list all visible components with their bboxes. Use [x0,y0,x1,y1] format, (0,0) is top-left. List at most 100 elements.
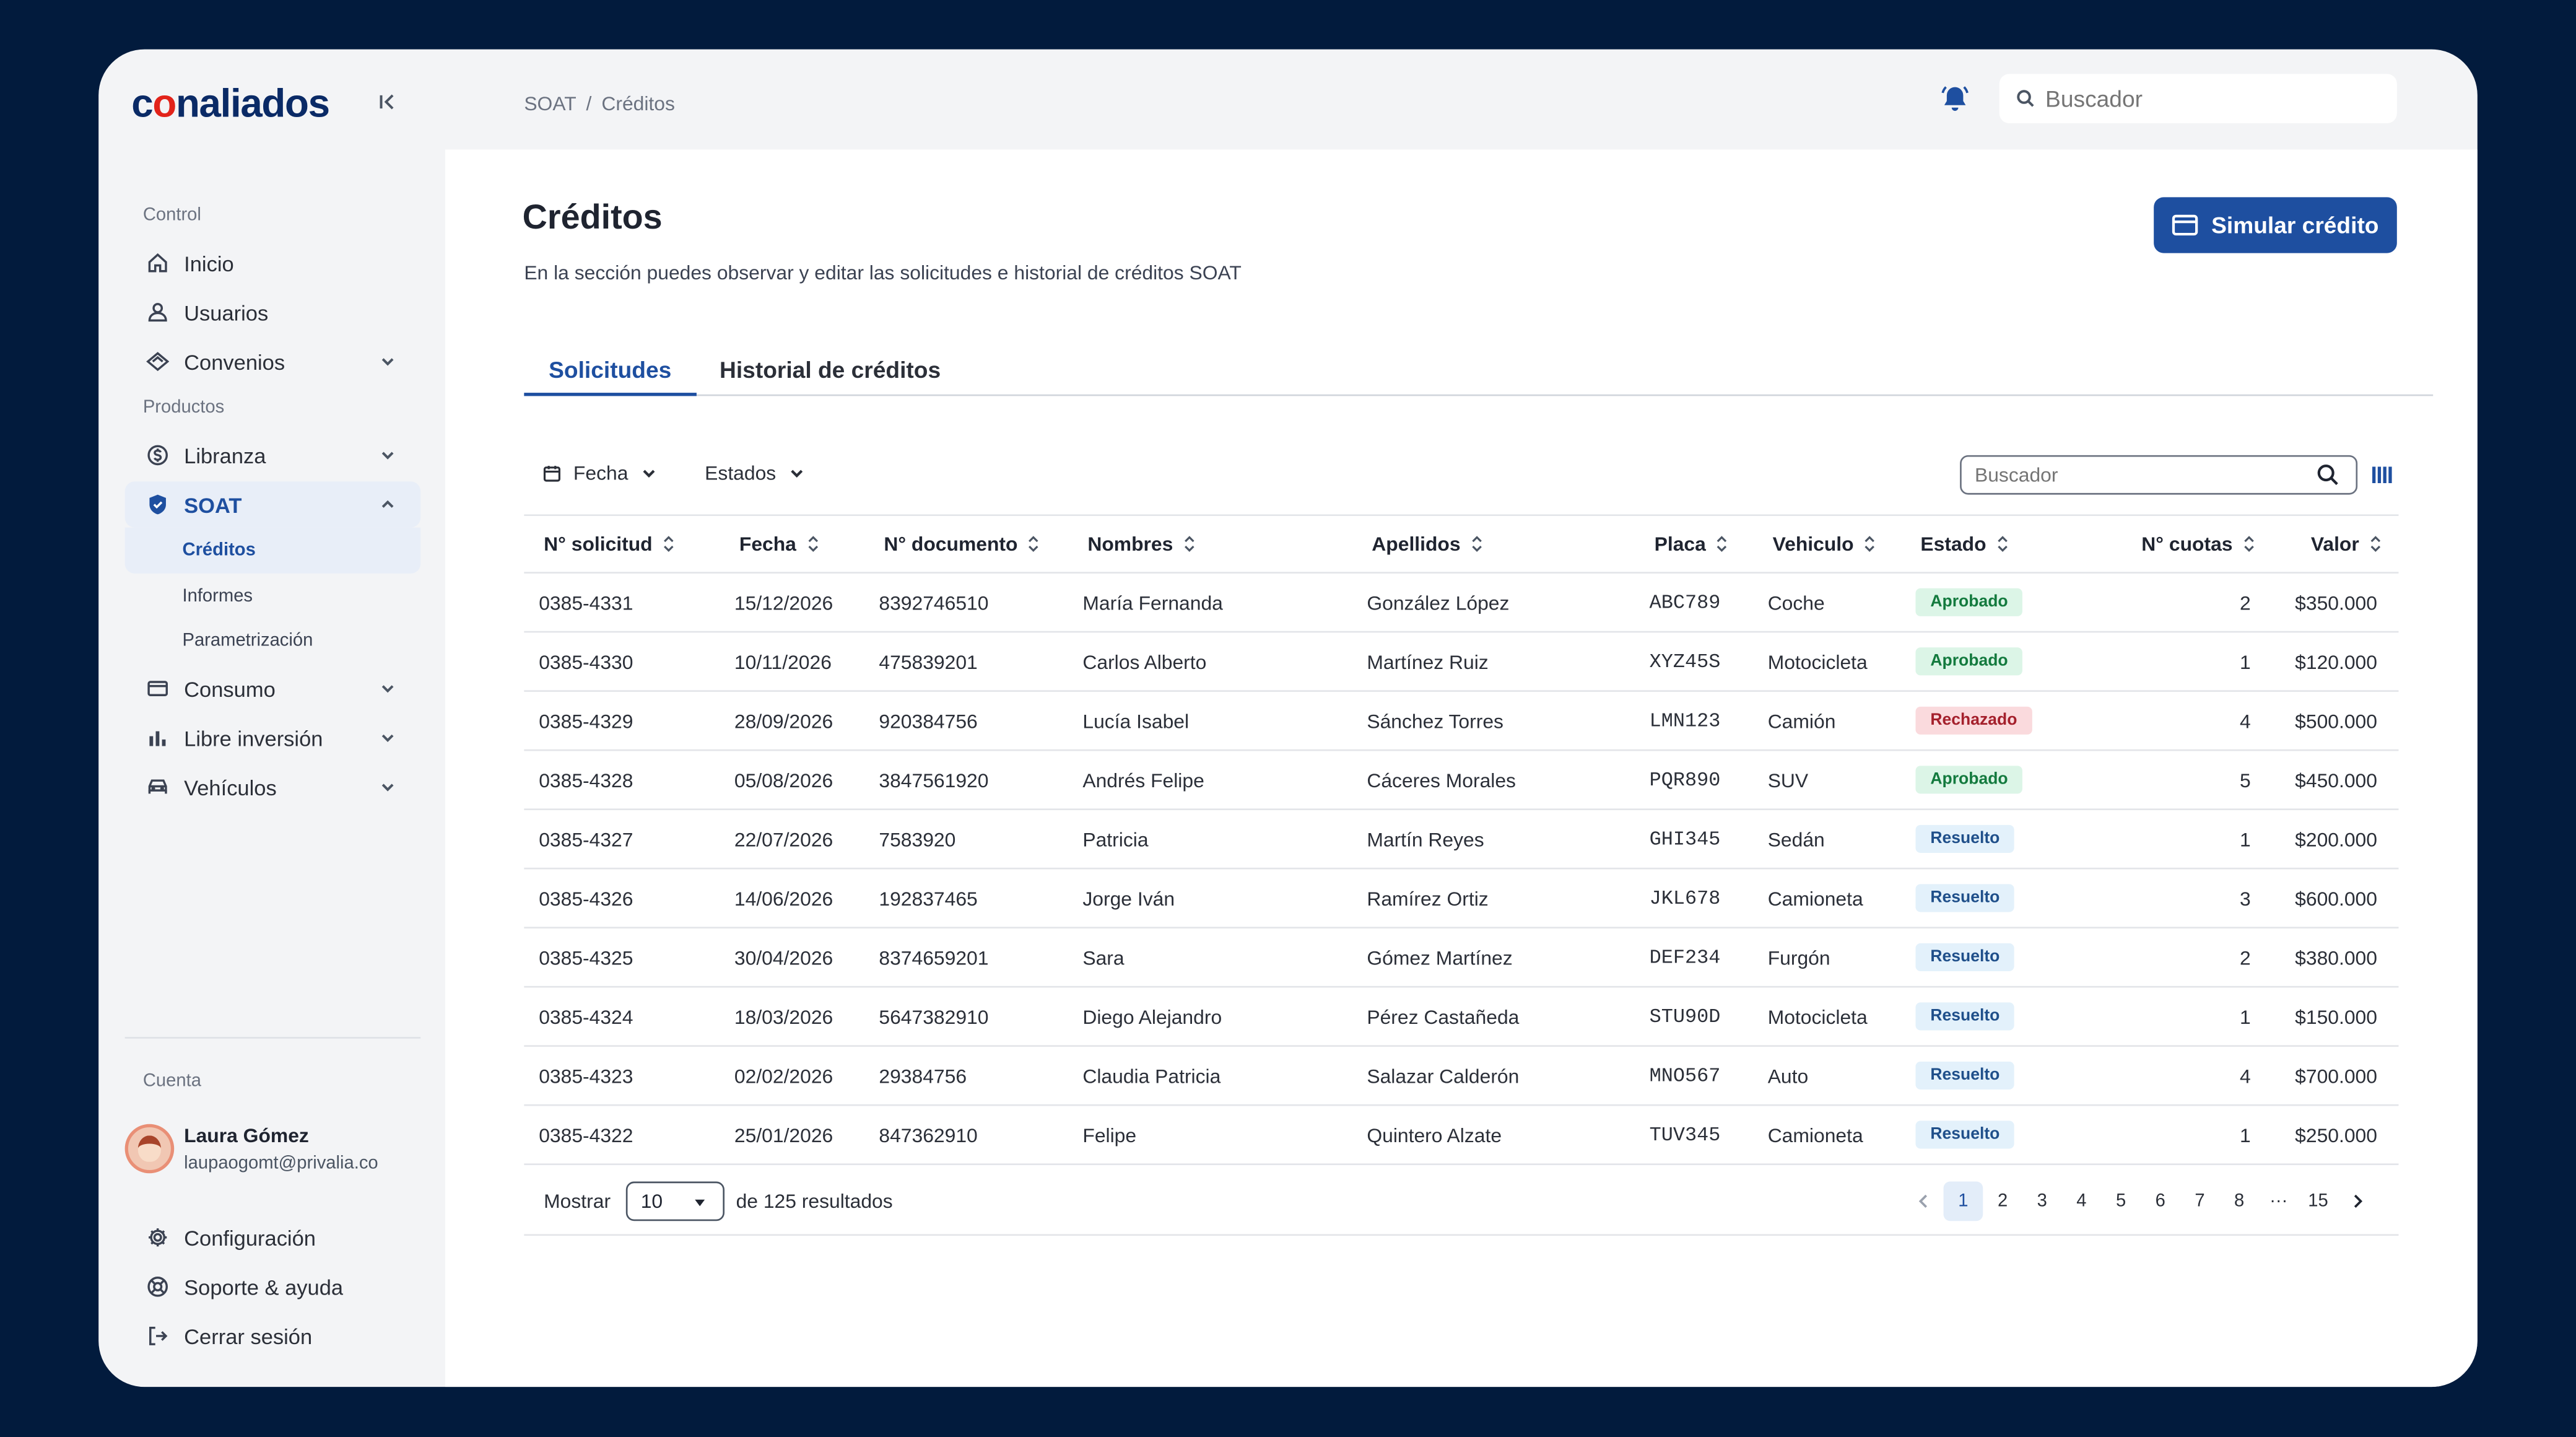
sidebar-item-libre-inversion[interactable]: Libre inversión [125,715,421,761]
sidebar-item-vehiculos[interactable]: Vehículos [125,764,421,810]
sidebar-item-libranza[interactable]: Libranza [125,432,421,478]
page-button[interactable]: 3 [2022,1182,2062,1221]
page-button[interactable]: 1 [1943,1181,1983,1221]
page-button[interactable]: 2 [1983,1182,2022,1221]
columns-toggle-icon[interactable] [2370,462,2393,488]
user-profile[interactable]: Laura Gómez laupaogomt@privalia.co [124,1124,378,1174]
sidebar-subitem-parametrizacion[interactable]: Parametrización [125,618,421,664]
page-size-select[interactable]: 10 [625,1181,724,1221]
col-nombres: Andrés Felipe [1082,751,1362,808]
table-row[interactable]: 0385-4331 15/12/2026 8392746510 María Ferna… [524,574,2399,633]
logo-prefix: c [131,82,153,127]
cell-value: 475839201 [879,650,978,673]
button-label: Simular crédito [2211,212,2379,238]
table-row[interactable]: 0385-4326 14/06/2026 192837465 Jorge Iván Ra… [524,869,2399,928]
table-header-row: N° solicitud Fecha N° documento Nombres Apel… [524,514,2399,574]
brand-logo[interactable]: c o naliados [131,82,330,128]
col-fecha: 18/03/2026 [734,987,874,1045]
sidebar-item-cerrar-sesion[interactable]: Cerrar sesión [125,1313,421,1359]
cell-value: 0385-4328 [539,768,633,792]
header-col-placa[interactable]: Placa [1655,516,1770,572]
col-cuotas: 1 [2096,632,2251,690]
header-col-solicitud[interactable]: N° solicitud [544,516,724,572]
col-vehiculo: Camioneta [1768,1106,1912,1164]
header-col-apellidos[interactable]: Apellidos [1372,516,1651,572]
header-col-fecha[interactable]: Fecha [739,516,879,572]
section-label-control: Control [142,205,201,225]
col-solicitud: 0385-4327 [539,810,720,868]
cell-value: Coche [1767,590,1825,614]
header-col-estado[interactable]: Estado [1920,516,2101,572]
breadcrumb: SOAT / Créditos [524,92,675,115]
chevron-down-icon [381,685,394,693]
header-col-valor[interactable]: Valor [2274,516,2382,572]
table-row[interactable]: 0385-4329 28/09/2026 920384756 Lucía Isabel… [524,692,2399,751]
table-row[interactable]: 0385-4323 02/02/2026 29384756 Claudia Patri… [524,1047,2399,1106]
header-col-vehiculo[interactable]: Vehiculo [1773,516,1917,572]
table-row[interactable]: 0385-4325 30/04/2026 8374659201 Sara Gómez M… [524,928,2399,988]
simulate-credit-button[interactable]: Simular crédito [2154,197,2397,253]
page-button[interactable]: 15 [2299,1182,2338,1221]
table-row[interactable]: 0385-4330 10/11/2026 475839201 Carlos Alber… [524,632,2399,692]
header-col-cuotas[interactable]: N° cuotas [2101,516,2255,572]
col-nombres: Lucía Isabel [1082,692,1362,749]
cell-value: Furgón [1767,945,1830,969]
cell-value: 30/04/2026 [734,945,833,969]
col-apellidos: Martínez Ruiz [1367,632,1646,690]
page-button[interactable]: 7 [2180,1182,2220,1221]
breadcrumb-item-soat[interactable]: SOAT [524,92,576,115]
table-row[interactable]: 0385-4328 05/08/2026 3847561920 Andrés Feli… [524,751,2399,810]
sidebar-item-consumo[interactable]: Consumo [125,665,421,711]
global-search-input[interactable] [2045,85,2374,112]
handshake-icon [144,348,170,374]
sidebar-item-convenios[interactable]: Convenios [125,339,421,385]
sidebar-subitem-informes[interactable]: Informes [125,574,421,619]
col-documento: 8374659201 [879,928,1076,986]
cell-value: PQR890 [1649,768,1721,792]
sidebar-item-usuarios[interactable]: Usuarios [125,289,421,335]
table-row[interactable]: 0385-4327 22/07/2026 7583920 Patricia Martín… [524,810,2399,870]
collapse-sidebar-icon[interactable] [375,89,401,115]
cell-value: $600.000 [2295,886,2377,910]
search-icon[interactable] [2317,463,2339,486]
cell-value: Camioneta [1767,886,1863,910]
calendar-icon [543,466,560,482]
header-col-nombres[interactable]: Nombres [1087,516,1367,572]
app-window: c o naliados Control Inicio Usuarios Conve… [98,49,2478,1387]
sort-icon [2370,536,2381,553]
status-badge: Resuelto [1915,1002,2015,1031]
sidebar-item-soat[interactable]: SOAT [124,481,421,528]
cell-value: 14/06/2026 [734,886,833,910]
page-button[interactable]: 8 [2219,1182,2259,1221]
table-row[interactable]: 0385-4322 25/01/2026 847362910 Felipe Quinte… [524,1106,2399,1166]
tab-historial-creditos[interactable]: Historial de créditos [720,357,941,396]
filter-estados[interactable]: Estados [705,462,807,485]
sidebar-item-inicio[interactable]: Inicio [125,240,421,286]
table-search-input[interactable] [1974,463,2304,487]
dollar-circle-icon [144,442,170,468]
page-button[interactable]: 6 [2141,1182,2180,1221]
prev-page-icon[interactable] [1904,1182,1944,1221]
page-button[interactable]: 4 [2062,1182,2102,1221]
col-fecha: 30/04/2026 [734,928,874,986]
col-apellidos: González López [1367,574,1646,631]
sidebar-item-label: Consumo [184,676,276,701]
global-search[interactable] [1999,74,2397,123]
table-row[interactable]: 0385-4324 18/03/2026 5647382910 Diego Aleja… [524,987,2399,1047]
col-estado: Resuelto [1915,1106,2096,1164]
header-col-documento[interactable]: N° documento [884,516,1081,572]
cell-value: 28/09/2026 [734,709,833,732]
page-button[interactable]: 5 [2101,1182,2141,1221]
cell-value: JKL678 [1649,886,1721,910]
col-nombres: Patricia [1082,810,1362,868]
notification-bell-icon[interactable] [1939,82,1972,115]
sidebar-item-soporte[interactable]: Soporte & ayuda [125,1264,421,1309]
sidebar-subitem-creditos[interactable]: Créditos [124,527,421,574]
next-page-icon[interactable] [2338,1182,2377,1221]
sidebar-item-configuracion[interactable]: Configuración [125,1215,421,1260]
filter-fecha[interactable]: Fecha [542,462,659,485]
col-documento: 7583920 [879,810,1076,868]
tab-solicitudes[interactable]: Solicitudes [524,357,697,396]
table-search[interactable] [1960,455,2358,495]
header-label: N° cuotas [2141,532,2233,556]
